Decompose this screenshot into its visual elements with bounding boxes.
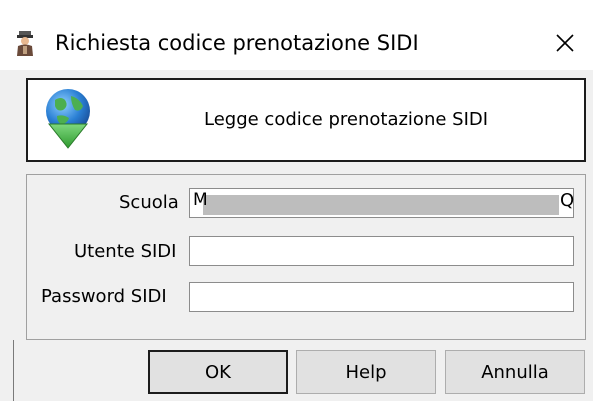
scuola-value-start: M xyxy=(193,190,208,210)
password-input[interactable] xyxy=(189,282,574,312)
password-label: Password SIDI xyxy=(41,286,167,307)
help-button[interactable]: Help xyxy=(296,350,436,394)
utente-input[interactable] xyxy=(189,236,574,266)
redacted-value xyxy=(203,195,559,215)
close-button[interactable] xyxy=(548,26,582,60)
ok-button[interactable]: OK xyxy=(148,350,288,394)
window-title: Richiesta codice prenotazione SIDI xyxy=(55,31,419,55)
globe-download-icon xyxy=(46,89,90,149)
title-bar: Richiesta codice prenotazione SIDI xyxy=(0,0,593,70)
utente-label: Utente SIDI xyxy=(74,241,177,262)
scuola-value-end: Q xyxy=(560,190,575,211)
header-text: Legge codice prenotazione SIDI xyxy=(204,109,489,130)
divider xyxy=(13,340,14,401)
header-panel: Legge codice prenotazione SIDI xyxy=(26,78,586,162)
cancel-button[interactable]: Annulla xyxy=(445,350,585,394)
app-icon xyxy=(17,31,33,56)
close-icon xyxy=(556,34,574,52)
dialog-window: Richiesta codice prenotazione SIDI Legge… xyxy=(0,0,593,401)
scuola-label: Scuola xyxy=(119,192,179,213)
